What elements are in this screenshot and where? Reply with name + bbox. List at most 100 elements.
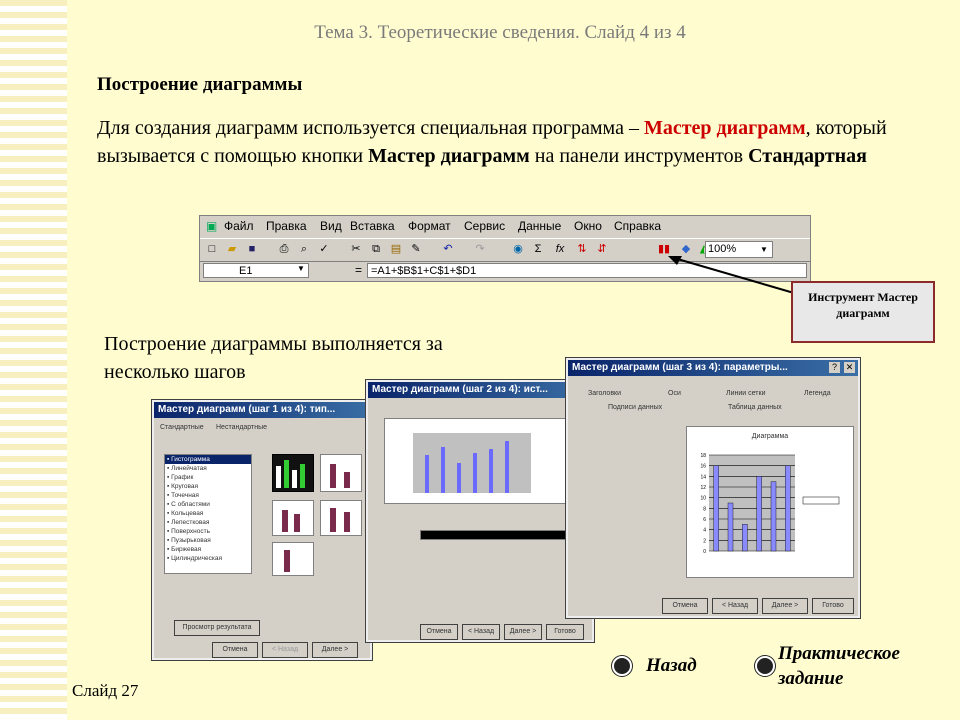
formula-equals: =: [355, 263, 363, 277]
intro-paragraph: Для создания диаграмм используется специ…: [97, 117, 887, 167]
bar: [713, 465, 719, 552]
d1-tab-standard[interactable]: Стандартные: [160, 424, 204, 431]
hyperlink-icon[interactable]: ◉: [510, 242, 526, 257]
wizard-step3-dialog: Мастер диаграмм (шаг 3 из 4): параметры.…: [565, 357, 861, 619]
chart-type-list[interactable]: ▪ Гистограмма ▪ Линейчатая ▪ График ▪ Круго…: [164, 454, 252, 574]
chart-type-item[interactable]: ▪ Точечная: [165, 491, 251, 500]
d2-range-input[interactable]: [420, 530, 578, 540]
autosum-icon[interactable]: Σ: [530, 242, 546, 257]
y-tick-label: 12: [700, 485, 706, 491]
d3-finish-button[interactable]: Готово: [812, 598, 854, 614]
d2-cancel-button[interactable]: Отмена: [420, 624, 458, 640]
spelling-icon[interactable]: ✓: [316, 242, 332, 257]
print-icon[interactable]: ⎙: [276, 242, 292, 257]
d3-back-button[interactable]: < Назад: [712, 598, 758, 614]
slide-title: Тема 3. Теоретические сведения. Слайд 4 …: [314, 22, 686, 43]
menu-edit[interactable]: Правка: [266, 219, 307, 233]
y-tick-label: 18: [700, 453, 706, 459]
dialog3-title: Мастер диаграмм (шаг 3 из 4): параметры.…: [568, 360, 858, 376]
practice-nav-icon[interactable]: [755, 656, 775, 676]
d1-tab-custom[interactable]: Нестандартные: [216, 424, 267, 431]
d3-tab-data-table[interactable]: Таблица данных: [728, 404, 782, 411]
chart-type-item[interactable]: ▪ Биржевая: [165, 545, 251, 554]
menu-view[interactable]: Вид: [320, 219, 342, 233]
help-icon[interactable]: ?: [829, 362, 840, 373]
menu-format[interactable]: Формат: [408, 219, 451, 233]
steps-paragraph: Построение диаграммы выполняется за неск…: [104, 333, 443, 383]
y-tick-label: 6: [703, 517, 706, 523]
close-icon[interactable]: ✕: [844, 362, 855, 373]
bar: [756, 476, 762, 552]
new-icon[interactable]: □: [204, 242, 220, 257]
d3-next-button[interactable]: Далее >: [762, 598, 808, 614]
y-tick-label: 0: [703, 549, 706, 555]
bar: [727, 502, 734, 552]
menu-tools[interactable]: Сервис: [464, 219, 505, 233]
practice-link[interactable]: Практическое задание: [778, 641, 928, 691]
y-tick-label: 10: [700, 496, 706, 502]
wizard-step2-dialog: Мастер диаграмм (шаг 2 из 4): ист... Отм…: [365, 379, 595, 643]
chart-type-item[interactable]: ▪ Гистограмма: [165, 455, 251, 464]
menu-data[interactable]: Данные: [518, 219, 561, 233]
y-tick-label: 2: [703, 538, 706, 544]
excel-icon: ▣: [206, 219, 218, 233]
chart-type-item[interactable]: ▪ Кольцевая: [165, 509, 251, 518]
d1-next-button[interactable]: Далее >: [312, 642, 358, 658]
d2-next-button[interactable]: Далее >: [504, 624, 542, 640]
d1-cancel-button[interactable]: Отмена: [212, 642, 258, 658]
d3-tab-gridlines[interactable]: Линии сетки: [726, 390, 765, 397]
chart-type-item[interactable]: ▪ Пузырьковая: [165, 536, 251, 545]
bar: [742, 524, 748, 552]
d1-back-button[interactable]: < Назад: [262, 642, 308, 658]
save-icon[interactable]: ■: [244, 242, 260, 257]
preview-icon[interactable]: ⌕: [296, 242, 312, 257]
back-nav-icon[interactable]: [612, 656, 632, 676]
sort-asc-icon[interactable]: ⇅: [574, 242, 590, 257]
d3-tab-legend[interactable]: Легенда: [804, 390, 831, 397]
chart-type-item[interactable]: ▪ Круговая: [165, 482, 251, 491]
callout-arrow: [668, 256, 795, 294]
d3-tab-titles[interactable]: Заголовки: [588, 390, 621, 397]
sort-desc-icon[interactable]: ⇵: [594, 242, 610, 257]
dialog1-title: Мастер диаграмм (шаг 1 из 4): тип...: [154, 402, 370, 418]
d2-back-button[interactable]: < Назад: [462, 624, 500, 640]
open-icon[interactable]: ▰: [224, 242, 240, 257]
slide-number: Слайд 27: [72, 681, 139, 700]
plot-area: [709, 455, 795, 551]
function-icon[interactable]: fx: [552, 242, 568, 257]
chart-type-item[interactable]: ▪ Цилиндрическая: [165, 554, 251, 563]
legend-box: [802, 496, 840, 505]
back-link[interactable]: Назад: [646, 655, 697, 677]
name-box[interactable]: E1: [203, 263, 309, 278]
d3-tab-data-labels[interactable]: Подписи данных: [608, 404, 662, 411]
y-tick-label: 4: [703, 528, 706, 534]
menu-insert[interactable]: Вставка: [350, 219, 395, 233]
d3-cancel-button[interactable]: Отмена: [662, 598, 708, 614]
cut-icon[interactable]: ✂: [348, 242, 364, 257]
menu-help[interactable]: Справка: [614, 219, 661, 233]
redo-icon[interactable]: ↷: [472, 242, 488, 257]
chart-type-item[interactable]: ▪ Линейчатая: [165, 464, 251, 473]
d1-preview-button[interactable]: Просмотр результата: [174, 620, 260, 636]
copy-icon[interactable]: ⧉: [368, 242, 384, 257]
menu-window[interactable]: Окно: [574, 219, 602, 233]
undo-icon[interactable]: ↶: [440, 242, 456, 257]
chart-type-item[interactable]: ▪ С областями: [165, 500, 251, 509]
y-tick-label: 8: [703, 506, 706, 512]
d3-bar-chart: 0 2 4 6 8 10 12 14 16 18: [700, 453, 840, 555]
y-tick-label: 16: [700, 464, 706, 470]
chart-type-item[interactable]: ▪ График: [165, 473, 251, 482]
namebox-dropdown-icon[interactable]: ▼: [297, 264, 305, 273]
callout-chart-wizard: Инструмент Мастер диаграмм: [791, 281, 935, 343]
format-painter-icon[interactable]: ✎: [408, 242, 424, 257]
y-tick-label: 14: [700, 474, 706, 480]
chart-type-item[interactable]: ▪ Лепестковая: [165, 518, 251, 527]
chart-subtype-grid[interactable]: [272, 454, 368, 576]
paste-icon[interactable]: ▤: [388, 242, 404, 257]
menu-file[interactable]: Файл: [224, 219, 254, 233]
chart-type-item[interactable]: ▪ Поверхность: [165, 527, 251, 536]
d2-finish-button[interactable]: Готово: [546, 624, 584, 640]
dialog2-title: Мастер диаграмм (шаг 2 из 4): ист...: [368, 382, 592, 398]
bar: [770, 481, 777, 552]
d3-tab-axes[interactable]: Оси: [668, 390, 681, 397]
